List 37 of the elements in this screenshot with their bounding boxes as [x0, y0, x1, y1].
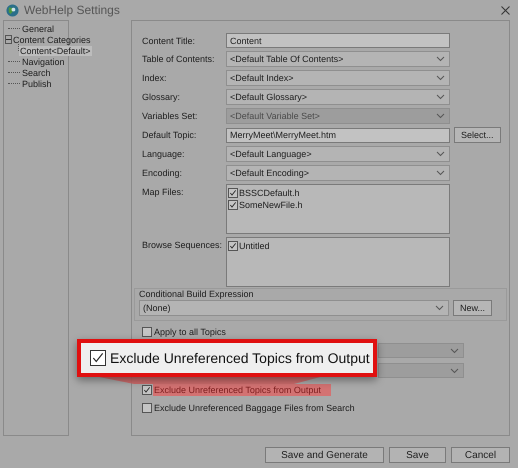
list-item[interactable]: SomeNewFile.h: [239, 200, 303, 210]
dropdown[interactable]: <Default Index>: [226, 70, 450, 86]
checkbox-label[interactable]: Exclude Unreferenced Baggage Files from Search: [153, 402, 365, 414]
list-item[interactable]: BSSCDefault.h: [239, 188, 300, 198]
window-title: WebHelp Settings: [24, 3, 120, 17]
field-label: Browse Sequences:: [141, 239, 224, 250]
dropdown[interactable]: <Default Glossary>: [226, 89, 450, 105]
input-field[interactable]: MerryMeet\MerryMeet.htm: [226, 128, 450, 142]
group-title: Conditional Build Expression: [139, 289, 255, 299]
tree-item[interactable]: Navigation: [21, 56, 66, 66]
tree-item[interactable]: Content Categories: [12, 34, 92, 44]
input-field[interactable]: Content: [226, 33, 450, 48]
field-label: Language:: [141, 149, 186, 159]
dropdown[interactable]: <Default Encoding>: [226, 165, 450, 181]
callout-label: Exclude Unreferenced Topics from Output: [110, 350, 370, 366]
checkbox-label[interactable]: Apply to all Topics: [153, 326, 236, 338]
tree-item[interactable]: Content<Default>: [19, 46, 92, 56]
field-label: Table of Contents:: [141, 54, 216, 64]
tree-item[interactable]: Publish: [21, 78, 53, 88]
field-label: Default Topic:: [141, 130, 198, 140]
list-item[interactable]: Untitled: [239, 241, 270, 251]
field-label: Variables Set:: [141, 111, 198, 121]
new-button[interactable]: New...: [453, 300, 492, 316]
dropdown[interactable]: (None): [139, 300, 449, 316]
dropdown[interactable]: <Default Language>: [226, 146, 450, 162]
dialog-button[interactable]: Save and Generate: [265, 447, 384, 463]
field-label: Index:: [141, 73, 168, 83]
field-label: Map Files:: [141, 186, 185, 197]
dropdown[interactable]: <Default Table Of Contents>: [226, 51, 450, 67]
field-label: Content Title:: [141, 36, 196, 46]
field-label: Encoding:: [141, 168, 184, 178]
tree-item[interactable]: General: [21, 24, 56, 34]
select-button[interactable]: Select...: [454, 127, 501, 143]
field-label: Glossary:: [141, 92, 182, 102]
tree-item[interactable]: Search: [21, 68, 52, 78]
dialog-button[interactable]: Save: [389, 447, 446, 463]
dialog-button[interactable]: Cancel: [451, 447, 510, 463]
